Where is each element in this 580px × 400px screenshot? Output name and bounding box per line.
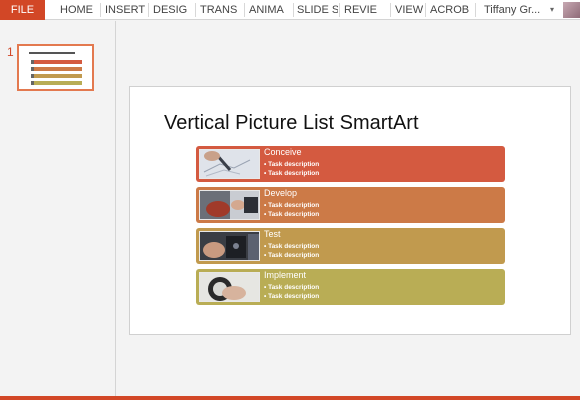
slide-canvas[interactable]: Vertical Picture List SmartArt Conceive …	[129, 86, 571, 335]
item-bullet[interactable]: • Task description	[264, 211, 319, 218]
smartart-item-implement[interactable]: Implement • Task description • Task desc…	[196, 269, 505, 305]
tab-slide-show[interactable]: SLIDE S	[293, 0, 338, 20]
thumbnail-row	[34, 67, 82, 71]
tab-design[interactable]: DESIG	[149, 0, 194, 20]
power-button-picture[interactable]	[199, 272, 260, 302]
tab-insert[interactable]: INSERT	[101, 0, 149, 20]
smartart-item-test[interactable]: Test • Task description • Task descripti…	[196, 228, 505, 264]
slide-title[interactable]: Vertical Picture List SmartArt	[164, 112, 419, 135]
pen-writing-picture[interactable]	[199, 149, 260, 179]
file-tab[interactable]: FILE	[0, 0, 45, 20]
item-heading[interactable]: Implement	[264, 270, 306, 280]
item-bullet[interactable]: • Task description	[264, 170, 319, 177]
tab-home[interactable]: HOME	[56, 0, 97, 20]
item-bullet[interactable]: • Task description	[264, 284, 319, 291]
tab-acrobat[interactable]: ACROB	[426, 0, 472, 20]
ribbon-tab-bar: FILE HOME INSERT DESIG TRANS ANIMA SLIDE…	[0, 0, 580, 20]
thumbnail-row	[34, 60, 82, 64]
avatar[interactable]	[563, 2, 580, 18]
slide-thumbnail[interactable]	[17, 44, 94, 91]
testing-device-picture[interactable]	[199, 231, 260, 261]
tab-review[interactable]: REVIE	[340, 0, 384, 20]
smartart-item-develop[interactable]: Develop • Task description • Task descri…	[196, 187, 505, 223]
item-bullet[interactable]: • Task description	[264, 243, 319, 250]
tab-view[interactable]: VIEW	[391, 0, 427, 20]
item-bullet[interactable]: • Task description	[264, 202, 319, 209]
tab-animations[interactable]: ANIMA	[245, 0, 292, 20]
item-bullet[interactable]: • Task description	[264, 252, 319, 259]
item-bullet[interactable]: • Task description	[264, 293, 319, 300]
tab-transitions[interactable]: TRANS	[196, 0, 243, 20]
slide-number: 1	[7, 45, 14, 59]
chevron-down-icon[interactable]: ▾	[550, 0, 554, 20]
item-heading[interactable]: Conceive	[264, 147, 302, 157]
item-bullet[interactable]: • Task description	[264, 161, 319, 168]
thumbnail-title-line	[29, 52, 75, 54]
smartart-item-conceive[interactable]: Conceive • Task description • Task descr…	[196, 146, 505, 182]
user-name[interactable]: Tiffany Gr...	[484, 0, 540, 20]
item-heading[interactable]: Develop	[264, 188, 297, 198]
status-accent-bar	[0, 396, 580, 400]
item-heading[interactable]: Test	[264, 229, 281, 239]
hands-working-picture[interactable]	[199, 190, 260, 220]
slide-thumbnail-pane: 1	[0, 21, 116, 400]
tab-separator	[475, 3, 476, 17]
thumbnail-row	[34, 74, 82, 78]
thumbnail-row	[34, 81, 82, 85]
